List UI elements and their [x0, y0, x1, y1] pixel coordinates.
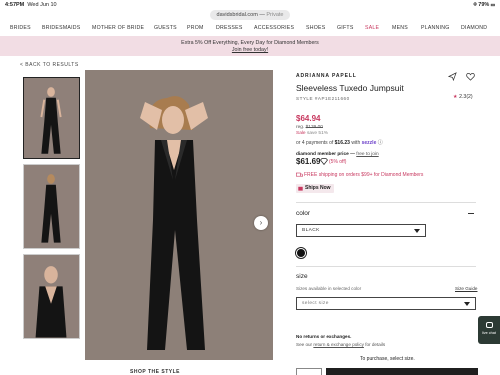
nav-item-planning[interactable]: PLANNING — [421, 25, 450, 31]
thumbnail-3[interactable] — [23, 254, 80, 339]
promo-join-link[interactable]: Join free today! — [0, 47, 500, 53]
status-bar: 4:57PM Wed Jun 10 ⌾ 79% ▭ — [0, 0, 500, 9]
share-icon[interactable] — [448, 72, 457, 81]
jumpsuit-photo-closeup — [24, 255, 79, 338]
main-product-image — [85, 70, 273, 360]
sale-price: $64.94 — [296, 114, 321, 123]
address-bar[interactable]: davidsbridal.com — Private — [210, 10, 290, 20]
product-brand[interactable]: ADRIANNA PAPELL — [296, 73, 357, 79]
model-photo — [85, 70, 273, 360]
diamond-icon — [320, 158, 328, 165]
thumbnail-1[interactable] — [23, 77, 80, 159]
chat-icon — [486, 322, 493, 328]
style-number: STYLE #AP1E211660 — [296, 96, 350, 101]
nav-item-mother-of-bride[interactable]: MOTHER OF BRIDE — [92, 25, 144, 31]
main-nav: BRIDES BRIDESMAIDS MOTHER OF BRIDE GUEST… — [0, 22, 500, 35]
size-guide-link[interactable]: Size Guide — [455, 286, 477, 291]
divider — [296, 266, 476, 267]
nav-item-diamond[interactable]: DIAMOND — [461, 25, 487, 31]
sizes-available-note: Sizes available in selected color — [296, 286, 362, 291]
promo-banner: Extra 5% Off Everything, Every Day for D… — [0, 36, 500, 56]
diamond-member-price: $61.69 — [296, 157, 321, 166]
rating[interactable]: ★ 2.3(2) — [453, 94, 473, 100]
next-image-button[interactable]: › — [254, 216, 268, 230]
add-to-bag-button[interactable] — [326, 368, 478, 375]
heart-icon[interactable] — [466, 72, 475, 81]
swatch-fill — [297, 249, 305, 257]
box-icon — [298, 186, 303, 191]
live-chat-button[interactable]: live chat — [478, 316, 500, 344]
regular-price: reg. $139.00 — [296, 125, 323, 130]
nav-item-prom[interactable]: PROM — [187, 25, 204, 31]
size-select[interactable]: select size — [296, 297, 476, 310]
sezzle-installments[interactable]: or 4 payments of $16.23 with sezzle ⓘ — [296, 139, 383, 146]
collapse-minus-icon[interactable] — [468, 213, 474, 214]
quantity-stepper[interactable] — [296, 368, 322, 375]
thumbnail-2[interactable] — [23, 164, 80, 249]
color-swatch-black[interactable] — [295, 247, 307, 259]
nav-item-mens[interactable]: MENS — [392, 25, 408, 31]
nav-item-sale[interactable]: SALE — [365, 25, 379, 31]
nav-item-gifts[interactable]: GIFTS — [337, 25, 354, 31]
color-label: color — [296, 210, 311, 217]
product-title: Sleeveless Tuxedo Jumpsuit — [296, 83, 404, 93]
returns-subtext: See our return & exchange policy for det… — [296, 342, 386, 347]
free-to-join-link[interactable]: free to join — [356, 152, 378, 157]
sale-savings: Sale save 51% — [296, 131, 329, 136]
size-label: size — [296, 273, 308, 280]
clock: 4:57PM Wed Jun 10 — [5, 2, 57, 8]
ships-now-badge: Ships Now — [296, 184, 334, 193]
returns-title: No returns or exchanges. — [296, 334, 352, 339]
jumpsuit-photo-front — [24, 78, 79, 158]
nav-item-dresses[interactable]: DRESSES — [216, 25, 243, 31]
truck-icon — [296, 172, 303, 177]
purchase-instruction: To purchase, select size. — [360, 356, 415, 362]
diamond-discount: (5% off) — [329, 159, 347, 165]
nav-item-bridesmaids[interactable]: BRIDESMAIDS — [42, 25, 81, 31]
caret-down-icon — [464, 302, 470, 306]
star-icon: ★ — [453, 94, 458, 100]
nav-item-brides[interactable]: BRIDES — [10, 25, 31, 31]
nav-item-accessories[interactable]: ACCESSORIES — [254, 25, 294, 31]
free-shipping-note: FREE shipping on orders $99+ for Diamond… — [304, 172, 424, 178]
return-policy-link[interactable]: return & exchange policy — [313, 342, 364, 347]
back-to-results-link[interactable]: < BACK TO RESULTS — [20, 62, 79, 68]
jumpsuit-photo-back — [24, 165, 79, 248]
battery-indicator: ⌾ 79% ▭ — [473, 2, 495, 8]
shop-the-style-heading: SHOP THE STYLE — [130, 369, 180, 375]
color-select[interactable]: BLACK — [296, 224, 426, 237]
nav-item-guests[interactable]: GUESTS — [154, 25, 177, 31]
promo-text: Extra 5% Off Everything, Every Day for D… — [181, 40, 319, 46]
nav-item-shoes[interactable]: SHOES — [306, 25, 325, 31]
divider — [296, 202, 476, 203]
caret-down-icon — [414, 229, 420, 233]
